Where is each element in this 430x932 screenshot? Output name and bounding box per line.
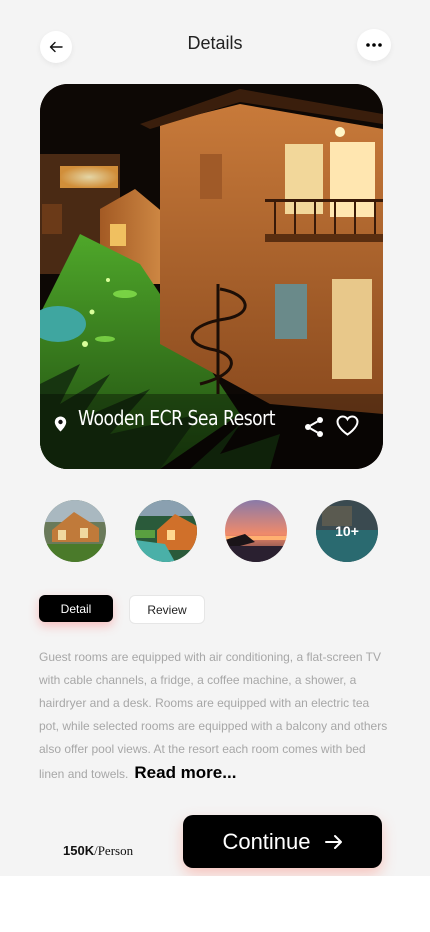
price-unit: /Person [94,843,134,858]
gallery-thumb-2[interactable] [135,500,197,562]
tab-detail[interactable]: Detail [39,595,113,622]
hotel-name: Wooden ECR Sea Resort [78,406,275,430]
thumb-image [135,500,197,562]
thumb-image [44,500,106,562]
continue-label: Continue [222,828,311,854]
description-text: Guest rooms are equipped with air condit… [39,650,388,781]
more-button[interactable] [357,29,391,61]
tab-review[interactable]: Review [129,595,205,624]
details-screen: Details Wooden ECR Sea Resort 10+ Detail… [0,0,430,876]
read-more-link[interactable]: Read more... [134,763,236,782]
hero-image: Wooden ECR Sea Resort [40,84,383,469]
description: Guest rooms are equipped with air condit… [39,646,389,786]
price: 150K/Person [63,843,133,859]
heart-icon[interactable] [336,415,359,436]
gallery-thumb-3[interactable] [225,500,287,562]
more-photos-count: 10+ [335,523,359,539]
gallery-thumb-more[interactable]: 10+ [316,500,378,562]
arrow-right-icon [324,834,342,849]
location-pin-icon [54,416,67,432]
continue-button[interactable]: Continue [183,815,382,868]
share-icon[interactable] [303,416,325,438]
more-horizontal-icon [366,43,382,47]
price-value: 150K [63,843,95,858]
thumb-image [225,500,287,562]
gallery-thumb-1[interactable] [44,500,106,562]
